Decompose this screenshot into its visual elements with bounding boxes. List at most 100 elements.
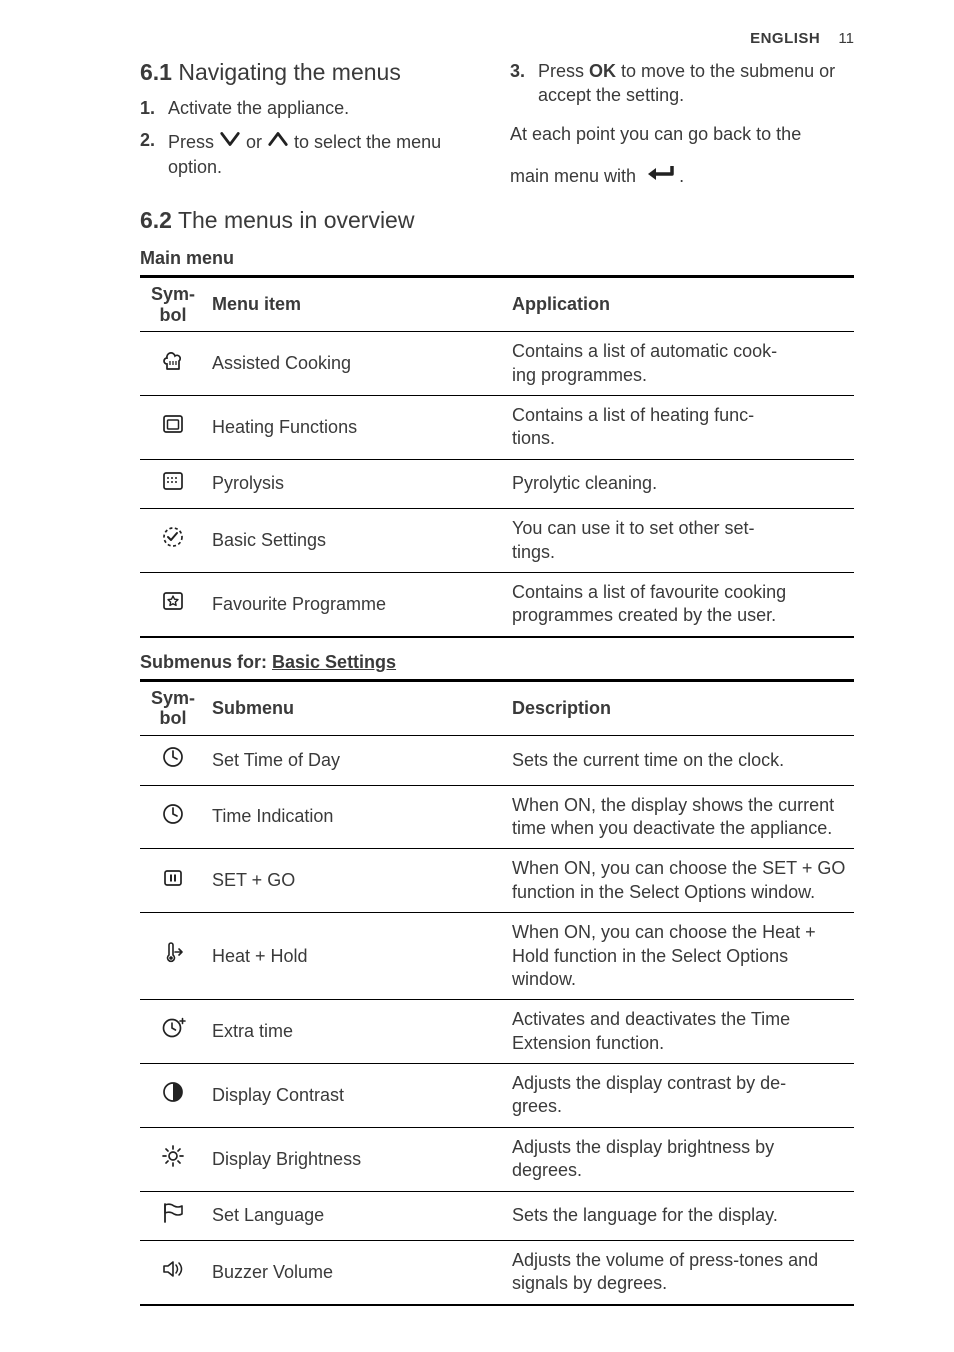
submenu-cell: Time Indication [206, 785, 506, 849]
section-number: 6.2 [140, 207, 172, 233]
step-3: 3. Press OK to move to the submenu or ac… [510, 59, 854, 108]
description-cell: When ON, the display shows the current t… [506, 785, 854, 849]
table-row: Extra timeActivates and deactivates the … [140, 1000, 854, 1064]
brightness-icon [160, 1153, 186, 1173]
table-row: Basic SettingsYou can use it to set othe… [140, 509, 854, 573]
description-cell: Adjusts the display contrast by de- gree… [506, 1064, 854, 1128]
description-cell: Adjusts the display brightness by degree… [506, 1127, 854, 1191]
pause-box-icon [160, 875, 186, 895]
symbol-cell [140, 1191, 206, 1240]
description-cell: When ON, you can choose the SET + GO fun… [506, 849, 854, 913]
description-cell: Sets the current time on the clock. [506, 736, 854, 785]
table-row: SET + GOWhen ON, you can choose the SET … [140, 849, 854, 913]
table-row: Set LanguageSets the language for the di… [140, 1191, 854, 1240]
table-row: Display BrightnessAdjusts the display br… [140, 1127, 854, 1191]
menu-item-cell: Pyrolysis [206, 459, 506, 508]
contrast-icon [160, 1089, 186, 1109]
section-title-text: The menus in overview [172, 207, 414, 233]
description-cell: Activates and deactivates the Time Exten… [506, 1000, 854, 1064]
menu-item-cell: Favourite Programme [206, 573, 506, 637]
col-application: Application [506, 276, 854, 331]
table-row: Heat + HoldWhen ON, you can choose the H… [140, 913, 854, 1000]
symbol-cell [140, 785, 206, 849]
thermo-arrow-icon [160, 950, 186, 970]
step-2: 2. Press or to select the menu option. [140, 128, 484, 179]
step-number: 3. [510, 59, 528, 83]
application-cell: Contains a list of heating func- tions. [506, 396, 854, 460]
section-6-2-title: 6.2 The menus in overview [140, 207, 854, 234]
col-menu-item: Menu item [206, 276, 506, 331]
submenu-cell: Display Brightness [206, 1127, 506, 1191]
back-arrow-icon [641, 160, 679, 184]
step-text: Activate the appliance. [168, 96, 484, 120]
table-row: Buzzer VolumeAdjusts the volume of press… [140, 1241, 854, 1305]
submenu-cell: Heat + Hold [206, 913, 506, 1000]
table-row: PyrolysisPyrolytic cleaning. [140, 459, 854, 508]
table-row: Display ContrastAdjusts the display cont… [140, 1064, 854, 1128]
col-symbol: Sym- bol [140, 276, 206, 331]
section-6-1-title: 6.1 Navigating the menus [140, 59, 484, 86]
symbol-cell [140, 1064, 206, 1128]
table-row: Time IndicationWhen ON, the display show… [140, 785, 854, 849]
main-menu-label: Main menu [140, 248, 854, 269]
page-header: ENGLISH 11 [140, 30, 854, 47]
symbol-cell [140, 736, 206, 785]
table-row: Assisted CookingContains a list of autom… [140, 332, 854, 396]
submenu-cell: Extra time [206, 1000, 506, 1064]
flag-icon [160, 1210, 186, 1230]
header-lang: ENGLISH [750, 30, 820, 47]
clock-plus-icon [160, 1025, 186, 1045]
step-number: 2. [140, 128, 158, 152]
step-text: Press or to select the menu option. [168, 128, 484, 179]
symbol-cell [140, 396, 206, 460]
chevron-up-icon [267, 128, 289, 150]
menu-item-cell: Heating Functions [206, 396, 506, 460]
application-cell: Contains a list of favourite cooking pro… [506, 573, 854, 637]
submenu-cell: Display Contrast [206, 1064, 506, 1128]
grid-box-icon [160, 478, 186, 498]
application-cell: You can use it to set other set- tings. [506, 509, 854, 573]
back-note-line1: At each point you can go back to the [510, 122, 854, 146]
symbol-cell [140, 573, 206, 637]
basic-settings-link: Basic Settings [272, 652, 396, 672]
symbol-cell [140, 509, 206, 573]
section-number: 6.1 [140, 59, 172, 85]
submenu-table: Sym- bol Submenu Description Set Time of… [140, 679, 854, 1306]
symbol-cell [140, 459, 206, 508]
menu-item-cell: Assisted Cooking [206, 332, 506, 396]
main-menu-table: Sym- bol Menu item Application Assisted … [140, 275, 854, 638]
step-1: 1. Activate the appliance. [140, 96, 484, 120]
clock-tick-icon [160, 754, 186, 774]
clock-tick-icon [160, 811, 186, 831]
back-note-line2: main menu with . [510, 160, 854, 188]
symbol-cell [140, 1241, 206, 1305]
chevron-down-icon [219, 128, 241, 150]
col-submenu: Submenu [206, 680, 506, 735]
submenu-cell: Buzzer Volume [206, 1241, 506, 1305]
oven-box-icon [160, 421, 186, 441]
star-box-icon [160, 598, 186, 618]
symbol-cell [140, 1127, 206, 1191]
symbol-cell [140, 332, 206, 396]
symbol-cell [140, 1000, 206, 1064]
submenu-cell: Set Language [206, 1191, 506, 1240]
submenu-cell: SET + GO [206, 849, 506, 913]
col-symbol: Sym- bol [140, 680, 206, 735]
section-title-text: Navigating the menus [172, 59, 401, 85]
check-gear-icon [160, 534, 186, 554]
table-row: Favourite ProgrammeContains a list of fa… [140, 573, 854, 637]
table-row: Set Time of DaySets the current time on … [140, 736, 854, 785]
speaker-icon [160, 1266, 186, 1286]
table-row: Heating FunctionsContains a list of heat… [140, 396, 854, 460]
step-number: 1. [140, 96, 158, 120]
page-number: 11 [838, 30, 854, 47]
col-description: Description [506, 680, 854, 735]
application-cell: Pyrolytic cleaning. [506, 459, 854, 508]
step-text: Press OK to move to the submenu or accep… [538, 59, 854, 108]
ok-label: OK [589, 61, 616, 81]
description-cell: Sets the language for the display. [506, 1191, 854, 1240]
description-cell: Adjusts the volume of press-tones and si… [506, 1241, 854, 1305]
menu-item-cell: Basic Settings [206, 509, 506, 573]
chef-hat-icon [160, 357, 186, 377]
application-cell: Contains a list of automatic cook- ing p… [506, 332, 854, 396]
